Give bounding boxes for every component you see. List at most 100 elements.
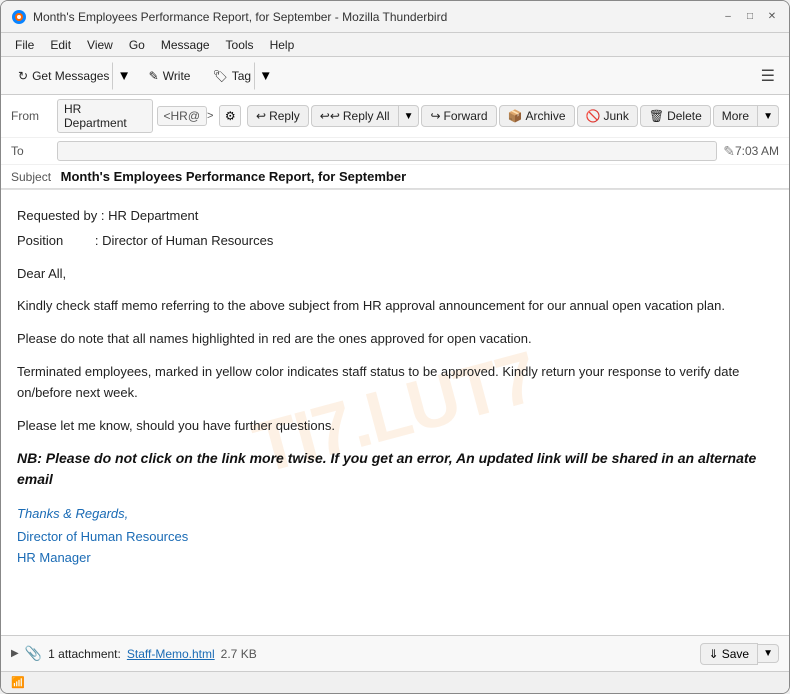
para3: Terminated employees, marked in yellow c… [17, 362, 773, 404]
status-icon: 📶 [11, 676, 25, 689]
window-controls: – □ ✕ [721, 10, 779, 24]
email-body: TI7.LUT7 Requested by : HR Department Po… [1, 190, 789, 635]
delete-icon: 🗑 [649, 109, 664, 123]
delete-button[interactable]: 🗑 Delete [640, 105, 711, 127]
menu-bar: File Edit View Go Message Tools Help [1, 33, 789, 57]
save-group: ⇓ Save ▼ [700, 643, 779, 665]
hamburger-menu[interactable]: ☰ [755, 62, 781, 90]
junk-button[interactable]: 🚫 Junk [577, 105, 638, 127]
menu-tools[interactable]: Tools [218, 36, 262, 54]
position-label: Position [17, 233, 63, 248]
email-header: From HR Department <HR@ > ⚙ ↩ Reply ↩↩ R… [1, 95, 789, 190]
forward-button[interactable]: ↪ Forward [421, 105, 496, 127]
window-title: Month's Employees Performance Report, fo… [33, 10, 721, 24]
profile-icon[interactable]: ✎ [723, 143, 735, 160]
attachment-size: 2.7 KB [221, 647, 257, 661]
archive-label: Archive [526, 109, 566, 123]
menu-help[interactable]: Help [262, 36, 303, 54]
para2: Please do note that all names highlighte… [17, 329, 773, 350]
app-icon [11, 9, 27, 25]
requested-by-label: Requested by [17, 208, 97, 223]
director-text: Director of Human Resources [17, 529, 773, 544]
action-buttons: ↩ Reply ↩↩ Reply All ▼ ↪ Forward 📦 Arch [247, 105, 779, 127]
reply-all-icon: ↩↩ [320, 109, 340, 123]
get-messages-button[interactable]: ↻ Get Messages [9, 64, 112, 88]
reply-all-label: Reply All [343, 109, 390, 123]
menu-file[interactable]: File [7, 36, 42, 54]
get-messages-label: Get Messages [32, 69, 109, 83]
requested-by-value: : HR Department [101, 208, 199, 223]
to-value [57, 141, 717, 161]
more-label: More [722, 109, 749, 123]
reply-button[interactable]: ↩ Reply [247, 105, 309, 127]
archive-button[interactable]: 📦 Archive [499, 105, 575, 127]
para1: Kindly check staff memo referring to the… [17, 296, 773, 317]
junk-label: Junk [603, 109, 628, 123]
write-icon: ✎ [149, 69, 159, 83]
delete-label: Delete [667, 109, 702, 123]
save-button[interactable]: ⇓ Save [700, 643, 758, 665]
save-icon: ⇓ [709, 647, 719, 661]
tag-button[interactable]: 🏷 Tag [203, 64, 254, 88]
greeting: Dear All, [17, 264, 773, 285]
from-email-end: > [207, 110, 213, 122]
more-arrow[interactable]: ▼ [757, 105, 779, 127]
from-label: From [11, 109, 51, 123]
para1-block: Kindly check staff memo referring to the… [17, 296, 773, 317]
tag-label: Tag [232, 69, 251, 83]
toolbar: ↻ Get Messages ▼ ✎ Write 🏷 Tag ▼ ☰ [1, 57, 789, 95]
menu-go[interactable]: Go [121, 36, 153, 54]
reply-all-group: ↩↩ Reply All ▼ [311, 105, 420, 127]
more-group: More ▼ [713, 105, 779, 127]
para4: Please let me know, should you have furt… [17, 416, 773, 437]
from-gear-button[interactable]: ⚙ [219, 105, 241, 127]
para3-block: Terminated employees, marked in yellow c… [17, 362, 773, 404]
minimize-button[interactable]: – [721, 10, 735, 24]
tag-icon: 🏷 [212, 69, 227, 83]
position-value: : Director of Human Resources [95, 233, 273, 248]
main-window: Month's Employees Performance Report, fo… [0, 0, 790, 694]
from-name: HR Department [57, 99, 153, 133]
email-time: 7:03 AM [735, 144, 779, 158]
reply-all-button[interactable]: ↩↩ Reply All [311, 105, 398, 127]
attachment-name[interactable]: Staff-Memo.html [127, 647, 215, 661]
regards-text: Thanks & Regards, [17, 506, 773, 521]
subject-row: Subject Month's Employees Performance Re… [1, 165, 789, 189]
save-arrow[interactable]: ▼ [758, 644, 779, 663]
write-button[interactable]: ✎ Write [140, 64, 200, 88]
from-row: From HR Department <HR@ > ⚙ ↩ Reply ↩↩ R… [1, 95, 789, 138]
title-bar: Month's Employees Performance Report, fo… [1, 1, 789, 33]
to-label: To [11, 144, 51, 158]
tag-arrow[interactable]: ▼ [254, 62, 277, 90]
expand-arrow[interactable]: ▶ [11, 648, 19, 659]
write-label: Write [163, 69, 191, 83]
menu-view[interactable]: View [79, 36, 121, 54]
attachment-bar: ▶ 📎 1 attachment: Staff-Memo.html 2.7 KB… [1, 635, 789, 671]
get-messages-arrow[interactable]: ▼ [112, 62, 135, 90]
nb-text: NB: Please do not click on the link more… [17, 448, 773, 490]
para2-block: Please do note that all names highlighte… [17, 329, 773, 350]
archive-icon: 📦 [508, 109, 523, 123]
junk-icon: 🚫 [586, 109, 601, 123]
tag-group: 🏷 Tag ▼ [203, 62, 277, 90]
forward-label: Forward [444, 109, 488, 123]
requested-by-block: Requested by : HR Department Position : … [17, 206, 773, 252]
from-email: <HR@ [157, 106, 208, 126]
save-label: Save [722, 647, 749, 661]
position-line: Position : Director of Human Resources [17, 231, 773, 252]
requested-by-line: Requested by : HR Department [17, 206, 773, 227]
get-messages-group: ↻ Get Messages ▼ [9, 62, 136, 90]
more-button[interactable]: More [713, 105, 757, 127]
para4-block: Please let me know, should you have furt… [17, 416, 773, 437]
subject-value: Month's Employees Performance Report, fo… [61, 169, 407, 184]
menu-message[interactable]: Message [153, 36, 218, 54]
status-bar: 📶 [1, 671, 789, 693]
get-messages-icon: ↻ [18, 69, 28, 83]
menu-edit[interactable]: Edit [42, 36, 79, 54]
attachment-icon: 📎 [25, 645, 42, 662]
maximize-button[interactable]: □ [743, 10, 757, 24]
close-button[interactable]: ✕ [765, 10, 779, 24]
reply-label: Reply [269, 109, 300, 123]
reply-all-arrow[interactable]: ▼ [398, 105, 420, 127]
forward-icon: ↪ [430, 109, 440, 123]
